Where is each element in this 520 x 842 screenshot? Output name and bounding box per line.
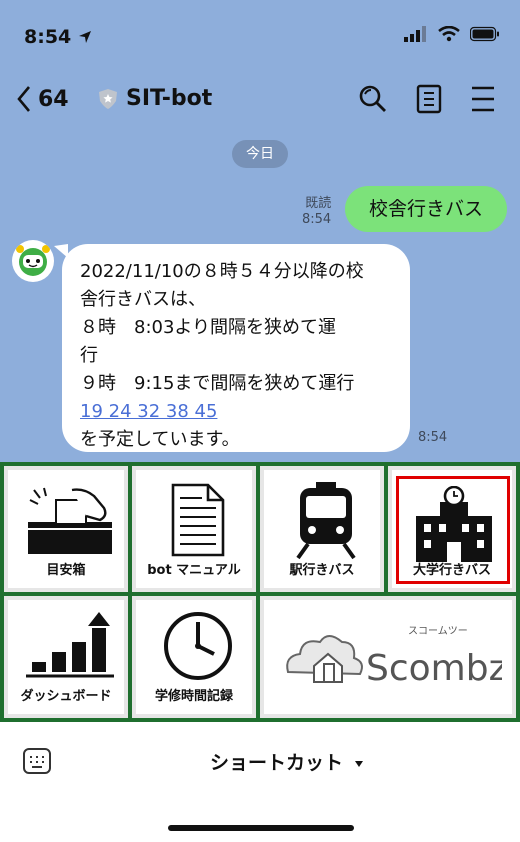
menu-item-label: bot マニュアル <box>147 563 241 578</box>
menu-item-bot-manual[interactable]: bot マニュアル <box>132 466 256 592</box>
rich-menu: 目安箱 bot マニュアル 駅行きバス 大学行きバス ダッシュボード 学修時間記… <box>0 462 520 722</box>
message-line: ９時 9:15まで間隔を狭めて運行 <box>80 373 355 394</box>
scombz-logo: スコームツー Scombz <box>286 625 502 689</box>
bottom-bar: ショートカット <box>0 722 520 842</box>
menu-item-label: ダッシュボード <box>20 689 112 704</box>
message-meta: 既読 8:54 <box>302 196 331 228</box>
outgoing-message[interactable]: 校舎行きバス <box>345 186 507 232</box>
highlight-box <box>396 476 510 584</box>
scombz-subtitle: スコームツー <box>408 625 468 637</box>
menu-item-scombz[interactable]: スコームツー Scombz <box>260 596 516 718</box>
menu-item-station-bus[interactable]: 駅行きバス <box>260 466 384 592</box>
status-time: 8:54 <box>24 26 72 48</box>
chevron-left-icon <box>17 86 30 112</box>
battery-icon <box>470 26 499 42</box>
menu-item-study-log[interactable]: 学修時間記録 <box>132 596 256 718</box>
document-icon <box>171 483 225 557</box>
incoming-message-text: 2022/11/10の８時５４分以降の校 舎行きバスは、 ８時 8:03より間隔… <box>80 258 402 454</box>
bar-chart-icon <box>26 612 114 678</box>
notes-icon[interactable] <box>416 84 442 114</box>
menu-item-label: 目安箱 <box>46 563 86 578</box>
status-bar: 8:54 <box>0 0 520 70</box>
shortcut-label: ショートカット <box>210 752 344 774</box>
incoming-time: 8:54 <box>418 430 448 445</box>
message-line: 行 <box>80 345 98 366</box>
menu-item-label: 駅行きバス <box>289 563 355 578</box>
unread-count: 64 <box>38 86 69 112</box>
message-link[interactable]: 19 24 32 38 45 <box>80 398 402 426</box>
search-icon[interactable] <box>358 84 388 114</box>
wifi-icon <box>438 26 460 42</box>
shortcut-toggle[interactable]: ショートカット <box>210 748 364 775</box>
date-separator: 今日 <box>232 140 288 168</box>
read-receipt: 既読 <box>305 196 332 211</box>
ballot-box-icon <box>28 487 112 554</box>
message-line: 舎行きバスは、 <box>80 289 206 310</box>
chat-header: 64 SIT-bot <box>0 76 520 126</box>
menu-item-dashboard[interactable]: ダッシュボード <box>4 596 128 718</box>
home-indicator <box>168 825 354 831</box>
outgoing-time: 8:54 <box>302 212 332 227</box>
train-icon <box>296 482 356 560</box>
menu-item-suggestion-box[interactable]: 目安箱 <box>4 466 128 592</box>
page-title: SIT-bot <box>126 86 213 111</box>
signal-icon <box>404 26 426 42</box>
bot-avatar-icon <box>16 245 50 276</box>
keyboard-icon[interactable] <box>22 746 52 776</box>
menu-item-label: 学修時間記録 <box>154 689 233 704</box>
chat-title[interactable]: SIT-bot <box>98 86 212 111</box>
caret-down-icon <box>354 760 363 767</box>
message-line: 2022/11/10の８時５４分以降の校 <box>80 261 364 282</box>
back-button[interactable]: 64 <box>16 84 69 114</box>
incoming-message[interactable]: 2022/11/10の８時５４分以降の校 舎行きバスは、 ８時 8:03より間隔… <box>62 244 410 452</box>
clock-icon <box>164 612 232 680</box>
bot-avatar[interactable] <box>12 240 54 282</box>
menu-icon[interactable] <box>470 84 496 114</box>
location-arrow-icon <box>79 31 91 43</box>
message-line: ８時 8:03より間隔を狭めて運 <box>80 317 337 338</box>
message-line: を予定しています。 <box>80 429 240 450</box>
shield-icon <box>99 88 117 109</box>
scombz-wordmark: Scombz <box>366 648 502 689</box>
